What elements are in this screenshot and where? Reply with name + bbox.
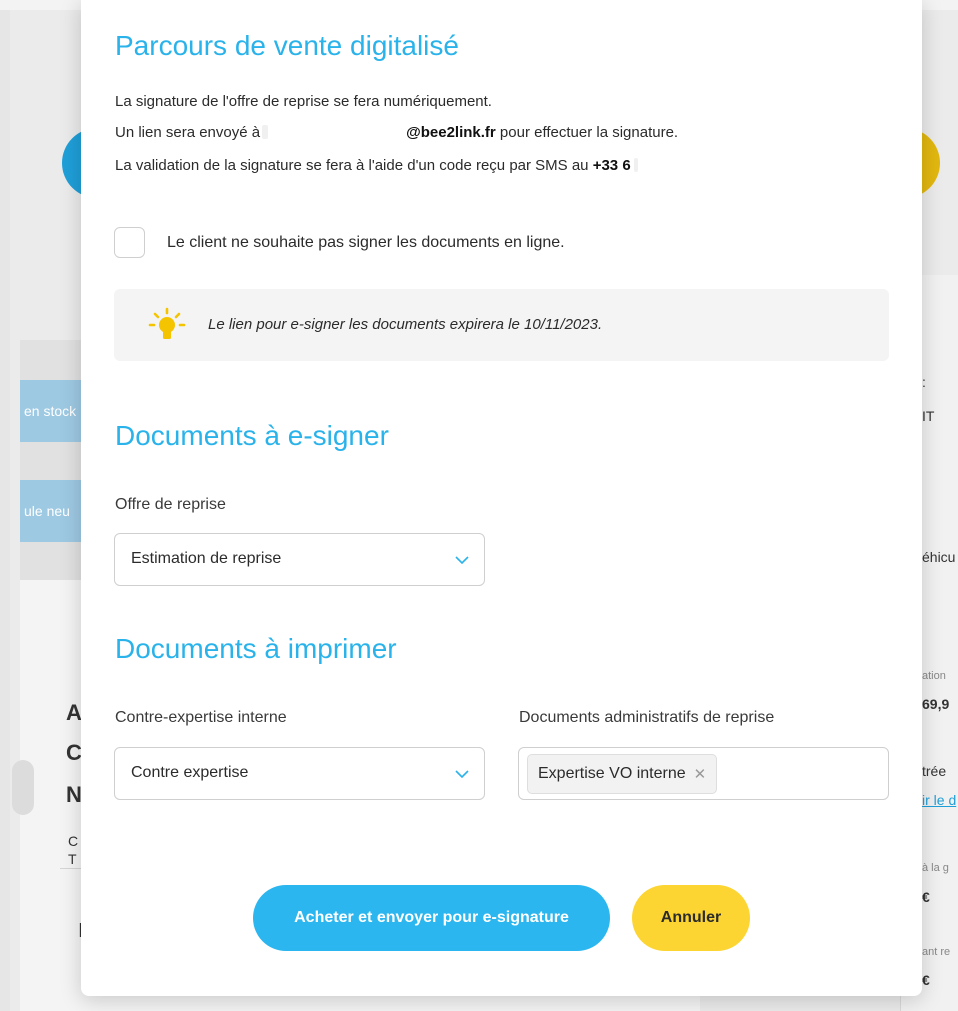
section-title-digital-sale: Parcours de vente digitalisé [115,30,459,61]
redacted-phone-fragment [633,158,638,172]
bg-right-text: : [922,374,926,390]
email-suffix: pour effectuer la signature. [495,124,679,141]
counter-expertise-value: Contre expertise [131,764,249,781]
chevron-down-icon [455,556,469,565]
selected-tag: Expertise VO interne ✕ [527,754,718,794]
email-prefix: Un lien sera envoyé à [115,124,261,141]
sale-info-line-3: La validation de la signature se fera à … [115,157,638,174]
bg-right-link[interactable]: ir le d [922,792,956,808]
sale-info-line-1: La signature de l'offre de reprise se fe… [115,93,492,110]
bg-avatar [12,760,34,815]
tag-label: Expertise VO interne [538,765,686,782]
email-domain: @bee2link.fr [406,124,496,141]
counter-expertise-label: Contre-expertise interne [115,709,287,726]
page-scrollbar[interactable] [0,0,10,1011]
buy-and-send-esignature-button[interactable]: Acheter et envoyer pour e-signature [253,885,610,951]
admin-documents-multiselect[interactable]: Expertise VO interne ✕ [518,747,889,800]
cancel-button[interactable]: Annuler [632,885,750,951]
counter-expertise-select[interactable]: Contre expertise [114,747,485,800]
bg-letter: N [66,782,82,807]
redacted-email-fragment [262,125,269,139]
e-signature-modal: Parcours de vente digitalisé La signatur… [81,0,922,996]
close-icon[interactable]: ✕ [694,765,707,783]
expiry-info-box: Le lien pour e-signer les documents expi… [114,289,889,361]
bg-right-text: 69,9 [922,696,950,712]
bg-letter: C [66,740,82,765]
trade-in-offer-select[interactable]: Estimation de reprise [114,533,485,586]
chevron-down-icon [455,770,469,779]
no-online-signature-checkbox[interactable] [114,227,145,258]
bg-right-text: ation [922,670,946,682]
trade-in-offer-value: Estimation de reprise [131,550,282,567]
sms-prefix: La validation de la signature se fera à … [115,157,593,174]
bg-text: C [68,833,79,849]
bg-right-text: IT [922,408,935,424]
trade-in-offer-label: Offre de reprise [115,496,226,513]
section-title-documents-to-sign: Documents à e-signer [115,420,389,451]
bg-letter: A [66,700,82,725]
sale-info-line-2: Un lien sera envoyé à @bee2link.fr pour e… [115,124,678,141]
admin-documents-label: Documents administratifs de reprise [519,709,775,726]
bg-right-text: € [922,972,930,988]
bg-right-text: ant re [922,946,951,958]
bg-right-text: € [922,889,930,905]
expiry-info-text: Le lien pour e-signer les documents expi… [208,316,603,333]
bg-text: T [68,851,77,867]
bg-right-text: trée [922,763,947,779]
phone-number: +33 6 [592,157,631,174]
bg-right-text: à la g [922,862,949,874]
bg-chip-stock[interactable]: en stock [20,380,90,442]
lightbulb-icon [148,307,186,339]
bg-right-text: éhicu [922,549,956,565]
bg-chip-new-vehicle[interactable]: ule neu [20,480,90,542]
no-online-signature-label[interactable]: Le client ne souhaite pas signer les doc… [167,234,565,252]
section-title-documents-to-print: Documents à imprimer [115,633,397,664]
